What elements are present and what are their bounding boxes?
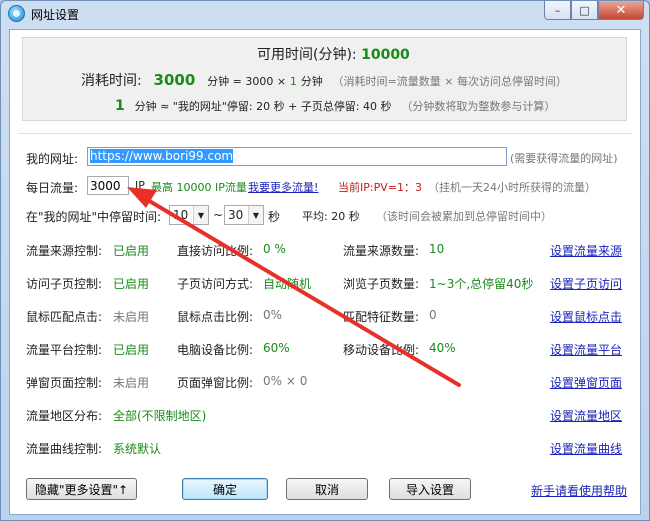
help-link[interactable]: 新手请看使用帮助 bbox=[531, 482, 627, 499]
hide-more-settings-button[interactable]: 隐藏"更多设置"↑ bbox=[26, 478, 137, 500]
mouse-click-ratio-label: 鼠标点击比例: bbox=[177, 310, 254, 324]
stay-time-label: 在"我的网址"中停留时间: bbox=[26, 210, 162, 224]
pc-ratio-value: 60% bbox=[263, 341, 290, 355]
stay-min-value: 10 bbox=[173, 208, 189, 222]
window-controls: – □ ✕ bbox=[544, 1, 644, 20]
traffic-unit: IP bbox=[135, 179, 145, 192]
available-time-value: 10000 bbox=[361, 47, 410, 63]
subpage-control-status: 已启用 bbox=[113, 277, 150, 291]
mouse-click-ratio-value: 0% bbox=[263, 308, 283, 322]
set-platform-link[interactable]: 设置流量平台 bbox=[550, 341, 622, 358]
direct-access-label: 直接访问比例: bbox=[177, 244, 254, 258]
source-count-value: 10 bbox=[429, 242, 445, 256]
subpage-mode-value: 自动随机 bbox=[263, 277, 312, 291]
url-hint: (需要获得流量的网址) bbox=[510, 152, 618, 165]
mouse-match-label: 鼠标匹配点击: bbox=[26, 310, 103, 324]
stay-range-tilde: ~ bbox=[213, 208, 224, 222]
max-traffic-text: 最高 10000 IP流量 bbox=[151, 181, 247, 194]
ok-button[interactable]: 确定 bbox=[182, 478, 268, 500]
mobile-ratio-label: 移动设备比例: bbox=[343, 343, 420, 357]
url-input-value: https://www.bori99.com bbox=[90, 149, 234, 163]
subpage-count-value: 1~3个,总停留40秒 bbox=[429, 277, 534, 291]
settings-window: 网址设置 – □ ✕ 可用时间(分钟): 10000 消耗时间: 3000 分钟… bbox=[0, 0, 650, 521]
maximize-button[interactable]: □ bbox=[571, 1, 598, 20]
stay-note: （该时间会被累加到总停留时间中） bbox=[376, 210, 552, 223]
minute-formula: 分钟 ≈ "我的网址"停留: 20 秒 + 子页总停留: 40 秒 bbox=[134, 100, 392, 113]
region-status: 全部(不限制地区) bbox=[113, 409, 207, 423]
url-label: 我的网址: bbox=[26, 152, 79, 166]
set-mouse-click-link[interactable]: 设置鼠标点击 bbox=[550, 308, 622, 325]
stay-average: 平均: 20 秒 bbox=[302, 210, 360, 223]
minimize-button[interactable]: – bbox=[544, 1, 571, 20]
set-popup-link[interactable]: 设置弹窗页面 bbox=[550, 374, 622, 391]
chevron-down-icon: ▼ bbox=[248, 206, 263, 224]
consume-note: （消耗时间=流量数量 × 每次访问总停留时间） bbox=[332, 75, 567, 88]
curve-control-status: 系统默认 bbox=[113, 442, 162, 456]
set-curve-link[interactable]: 设置流量曲线 bbox=[550, 440, 622, 457]
match-feature-count-label: 匹配特征数量: bbox=[343, 310, 420, 324]
minute-note: （分钟数将取为整数参与计算） bbox=[401, 100, 556, 113]
subpage-control-label: 访问子页控制: bbox=[26, 277, 103, 291]
source-control-status: 已启用 bbox=[113, 244, 150, 258]
platform-control-status: 已启用 bbox=[113, 343, 150, 357]
curve-control-label: 流量曲线控制: bbox=[26, 442, 103, 456]
cancel-button[interactable]: 取消 bbox=[286, 478, 368, 500]
dialog-body: 可用时间(分钟): 10000 消耗时间: 3000 分钟 = 3000 × 1… bbox=[9, 29, 641, 515]
popup-control-label: 弹窗页面控制: bbox=[26, 376, 103, 390]
mouse-match-status: 未启用 bbox=[113, 310, 150, 324]
stay-max-value: 30 bbox=[228, 208, 244, 222]
consume-formula: 分钟 = 3000 × bbox=[207, 75, 287, 88]
source-count-label: 流量来源数量: bbox=[343, 244, 420, 258]
consume-multiplier: 1 bbox=[289, 75, 297, 88]
daily-traffic-label: 每日流量: bbox=[26, 181, 79, 195]
region-label: 流量地区分布: bbox=[26, 409, 103, 423]
match-feature-count-value: 0 bbox=[429, 308, 437, 322]
chevron-down-icon: ▼ bbox=[193, 206, 208, 224]
pc-ratio-label: 电脑设备比例: bbox=[177, 343, 254, 357]
stay-sec-unit: 秒 bbox=[268, 210, 281, 224]
ip-pv-ratio: 当前IP:PV=1：3 bbox=[338, 181, 422, 194]
minute-count: 1 bbox=[115, 98, 125, 114]
close-button[interactable]: ✕ bbox=[598, 1, 644, 20]
popup-control-status: 未启用 bbox=[113, 376, 150, 390]
consume-time-value: 3000 bbox=[153, 71, 196, 89]
available-time-label: 可用时间(分钟): bbox=[257, 47, 357, 63]
consume-time-label: 消耗时间: bbox=[81, 73, 142, 89]
stay-min-select[interactable]: 10 ▼ bbox=[169, 205, 209, 225]
set-source-link[interactable]: 设置流量来源 bbox=[550, 242, 622, 259]
source-control-label: 流量来源控制: bbox=[26, 244, 103, 258]
set-region-link[interactable]: 设置流量地区 bbox=[550, 407, 622, 424]
direct-access-value: 0 % bbox=[263, 242, 286, 256]
import-settings-button[interactable]: 导入设置 bbox=[389, 478, 471, 500]
available-time-line: 可用时间(分钟): 10000 bbox=[257, 44, 410, 64]
title-bar[interactable]: 网址设置 – □ ✕ bbox=[1, 1, 649, 27]
subpage-mode-label: 子页访问方式: bbox=[177, 277, 254, 291]
window-title: 网址设置 bbox=[31, 8, 80, 22]
minute-line: 1 分钟 ≈ "我的网址"停留: 20 秒 + 子页总停留: 40 秒 （分钟数… bbox=[115, 98, 555, 114]
time-summary-panel: 可用时间(分钟): 10000 消耗时间: 3000 分钟 = 3000 × 1… bbox=[22, 37, 627, 121]
set-subpage-link[interactable]: 设置子页访问 bbox=[550, 275, 622, 292]
platform-control-label: 流量平台控制: bbox=[26, 343, 103, 357]
app-logo-icon bbox=[8, 5, 25, 22]
consume-unit: 分钟 bbox=[300, 75, 323, 88]
stay-max-select[interactable]: 30 ▼ bbox=[224, 205, 264, 225]
consume-time-line: 消耗时间: 3000 分钟 = 3000 × 1 分钟 （消耗时间=流量数量 ×… bbox=[81, 70, 567, 90]
traffic-note: （挂机一天24小时所获得的流量） bbox=[428, 181, 596, 194]
popup-ratio-value: 0% × 0 bbox=[263, 374, 308, 388]
daily-traffic-input[interactable] bbox=[87, 176, 129, 195]
mobile-ratio-value: 40% bbox=[429, 341, 456, 355]
subpage-count-label: 浏览子页数量: bbox=[343, 277, 420, 291]
popup-ratio-label: 页面弹窗比例: bbox=[177, 376, 254, 390]
divider bbox=[18, 133, 632, 134]
more-traffic-link[interactable]: 我要更多流量! bbox=[248, 179, 318, 195]
url-input[interactable]: https://www.bori99.com bbox=[87, 147, 507, 166]
